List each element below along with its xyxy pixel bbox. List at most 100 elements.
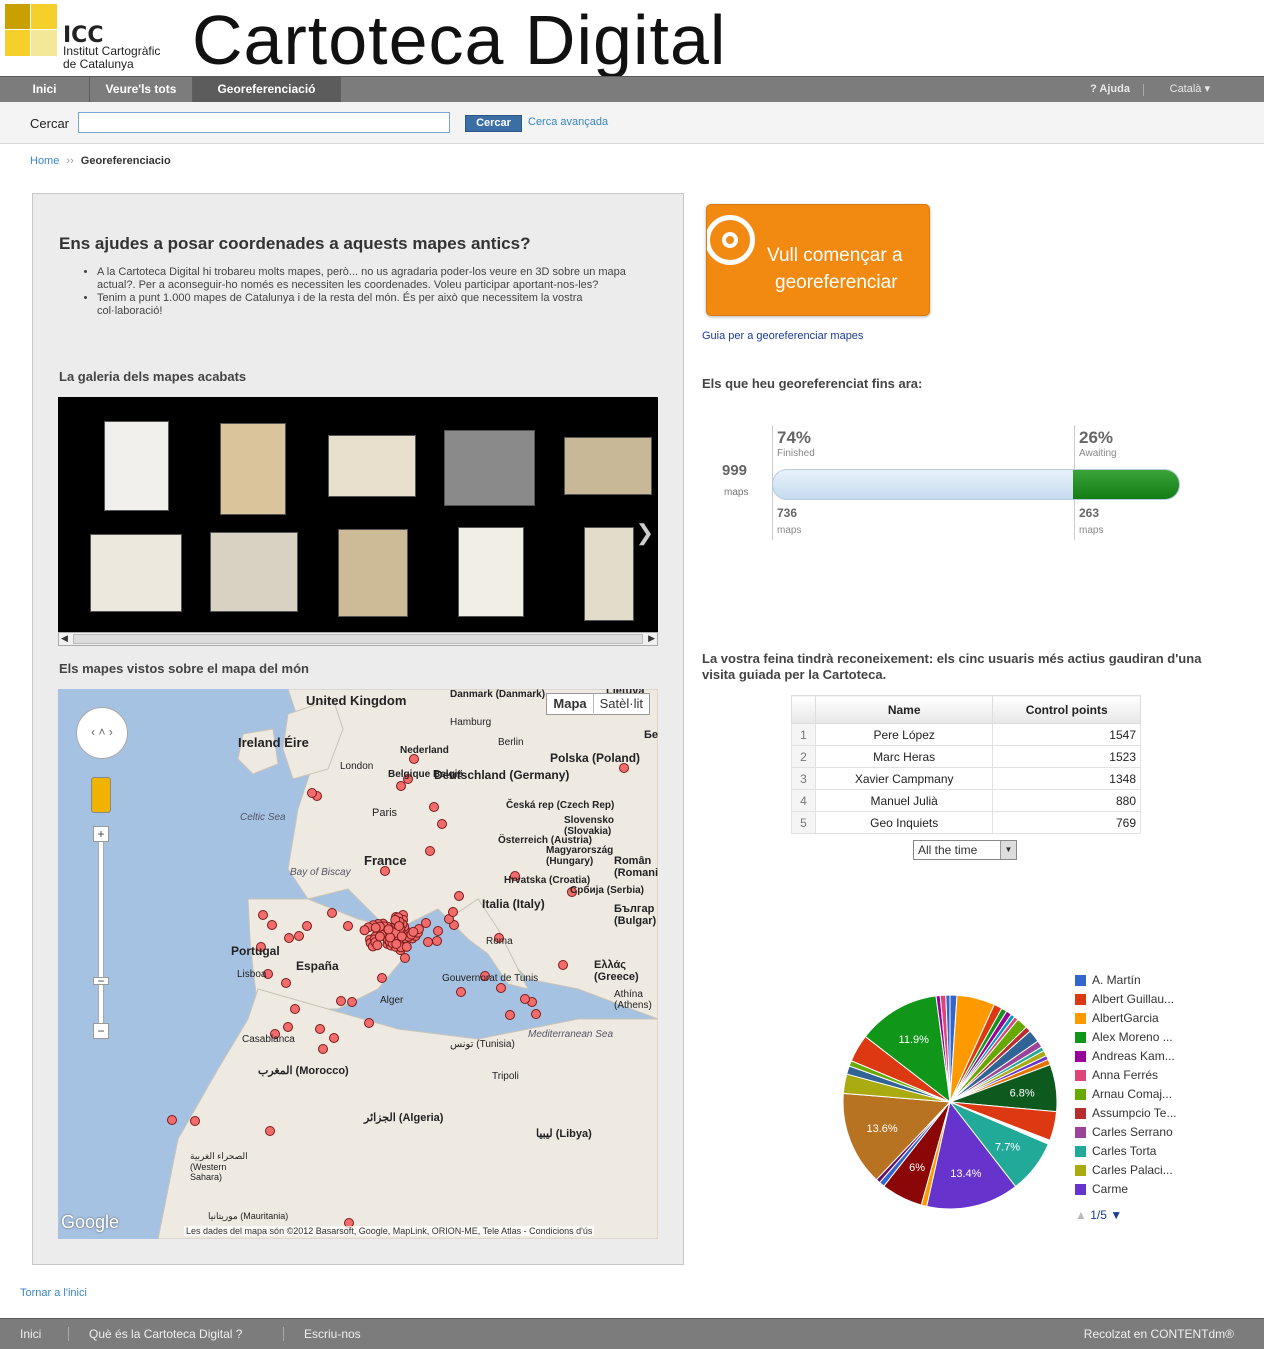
chevron-right-icon[interactable]: ❯ [636, 520, 654, 546]
pan-control-icon[interactable]: ‹ ˄ › [76, 707, 128, 759]
points-column-header[interactable]: Control points [992, 695, 1141, 724]
tab-inici[interactable]: Inici [0, 77, 90, 103]
map-marker[interactable] [167, 1115, 177, 1125]
footer-link-about[interactable]: Què és la Cartoteca Digital ? [89, 1327, 242, 1341]
map-marker[interactable] [558, 960, 568, 970]
search-input[interactable] [78, 112, 450, 133]
map-marker[interactable] [283, 1022, 293, 1032]
gallery-thumbnail[interactable] [458, 527, 524, 617]
map-marker[interactable] [315, 1024, 325, 1034]
scroll-thumb[interactable] [73, 634, 643, 644]
breadcrumb-home[interactable]: Home [30, 155, 59, 167]
legend-item[interactable]: Albert Guillau... [1075, 992, 1225, 1008]
zoom-in-icon[interactable]: + [93, 826, 109, 842]
gallery-thumbnail[interactable] [220, 423, 286, 515]
gallery-thumbnail[interactable] [584, 527, 634, 621]
map-marker[interactable] [190, 1116, 200, 1126]
map-marker[interactable] [329, 1033, 339, 1043]
legend-item[interactable]: Carles Serrano [1075, 1125, 1225, 1141]
legend-item[interactable]: Alex Moreno ... [1075, 1030, 1225, 1046]
gallery-thumbnail[interactable] [444, 430, 535, 506]
map-marker[interactable] [265, 1126, 275, 1136]
map-marker[interactable] [505, 1010, 515, 1020]
gallery-thumbnail[interactable] [338, 529, 408, 617]
map-marker[interactable] [307, 788, 317, 798]
map-marker[interactable] [258, 910, 268, 920]
language-select[interactable]: Català ▾ [1170, 77, 1210, 103]
dropdown-arrow-icon[interactable]: ▼ [1000, 841, 1016, 859]
tab-georeferenciacio[interactable]: Georeferenciació [193, 77, 341, 103]
arrow-left-icon[interactable]: ◀ [61, 633, 68, 644]
table-row[interactable]: 1 Pere López 1547 [791, 723, 1141, 746]
map-marker[interactable] [290, 1004, 300, 1014]
gallery-scrollbar[interactable]: ◀ ▶ [58, 632, 658, 646]
map-marker[interactable] [401, 941, 412, 952]
world-map[interactable]: United Kingdom Ireland Éire London Neder… [58, 689, 658, 1239]
advanced-search-link[interactable]: Cerca avançada [528, 116, 608, 128]
map-marker[interactable] [343, 921, 353, 931]
time-filter-select[interactable]: All the time ▼ [913, 840, 1017, 860]
zoom-slider-handle[interactable]: − [93, 975, 109, 987]
legend-item[interactable]: Carme [1075, 1182, 1225, 1198]
google-logo[interactable]: Google [61, 1212, 119, 1233]
map-marker[interactable] [437, 819, 447, 829]
guide-link[interactable]: Guia per a georeferenciar mapes [702, 330, 863, 342]
gallery-thumbnail[interactable] [104, 421, 169, 511]
table-row[interactable]: 5 Geo Inquiets 769 [791, 811, 1141, 834]
map-marker[interactable] [423, 937, 433, 947]
street-view-pegman-icon[interactable] [91, 777, 111, 813]
map-marker[interactable] [408, 926, 419, 937]
gallery-thumbnail[interactable] [90, 534, 182, 612]
legend-item[interactable]: A. Martín [1075, 973, 1225, 989]
table-row[interactable]: 4 Manuel Julià 880 [791, 789, 1141, 812]
gallery-thumbnail[interactable] [564, 437, 652, 495]
legend-item[interactable]: Assumpcio Te... [1075, 1106, 1225, 1122]
legend-item[interactable]: Arnau Comaj... [1075, 1087, 1225, 1103]
map-marker[interactable] [394, 921, 405, 932]
footer-link-contact[interactable]: Escriu-nos [304, 1327, 361, 1341]
map-marker[interactable] [391, 938, 402, 949]
map-marker[interactable] [336, 996, 346, 1006]
legend-item[interactable]: Andreas Kam... [1075, 1049, 1225, 1065]
arrow-right-icon[interactable]: ▶ [648, 633, 655, 644]
map-marker[interactable] [359, 925, 370, 936]
map-marker[interactable] [327, 908, 337, 918]
map-marker[interactable] [284, 933, 294, 943]
map-marker[interactable] [302, 921, 312, 931]
map-copyright[interactable]: Les dades del mapa són ©2012 Basarsoft, … [184, 1226, 595, 1236]
zoom-slider[interactable] [98, 829, 104, 1029]
table-row[interactable]: 2 Marc Heras 1523 [791, 745, 1141, 768]
tab-veureels-tots[interactable]: Veure'ls tots [90, 77, 193, 103]
search-button[interactable]: Cercar [465, 115, 522, 132]
pager-next-icon[interactable]: ▼ [1110, 1208, 1122, 1222]
map-marker[interactable] [531, 1009, 541, 1019]
map-marker[interactable] [396, 781, 406, 791]
map-marker[interactable] [267, 920, 277, 930]
map-marker[interactable] [347, 997, 357, 1007]
zoom-out-icon[interactable]: − [93, 1023, 109, 1039]
footer-link-inici[interactable]: Inici [20, 1327, 41, 1341]
map-marker[interactable] [520, 994, 530, 1004]
map-marker[interactable] [374, 931, 385, 942]
legend-item[interactable]: Carles Torta [1075, 1144, 1225, 1160]
map-marker[interactable] [318, 1044, 328, 1054]
map-marker[interactable] [383, 924, 394, 935]
help-link[interactable]: ? Ajuda [1090, 77, 1130, 103]
footer-powered-by[interactable]: Recolzat en CONTENTdm® [1084, 1327, 1234, 1341]
map-marker[interactable] [425, 846, 435, 856]
icc-logo[interactable] [5, 4, 57, 56]
map-type-satellite-button[interactable]: Satèl·lit [594, 694, 649, 713]
gallery-thumbnail[interactable] [328, 435, 416, 497]
legend-item[interactable]: AlbertGarcia [1075, 1011, 1225, 1027]
map-marker[interactable] [429, 802, 439, 812]
map-marker[interactable] [281, 978, 291, 988]
gallery-thumbnail[interactable] [210, 532, 298, 612]
map-marker[interactable] [454, 891, 464, 901]
map-marker[interactable] [372, 940, 383, 951]
map-marker[interactable] [496, 983, 506, 993]
back-home-link[interactable]: Tornar a l'inici [20, 1287, 87, 1299]
table-row[interactable]: 3 Xavier Campmany 1348 [791, 767, 1141, 790]
name-column-header[interactable]: Name [814, 695, 994, 724]
start-georeferencing-button[interactable]: Vull començar a georeferenciar [706, 204, 930, 316]
map-marker[interactable] [432, 936, 442, 946]
